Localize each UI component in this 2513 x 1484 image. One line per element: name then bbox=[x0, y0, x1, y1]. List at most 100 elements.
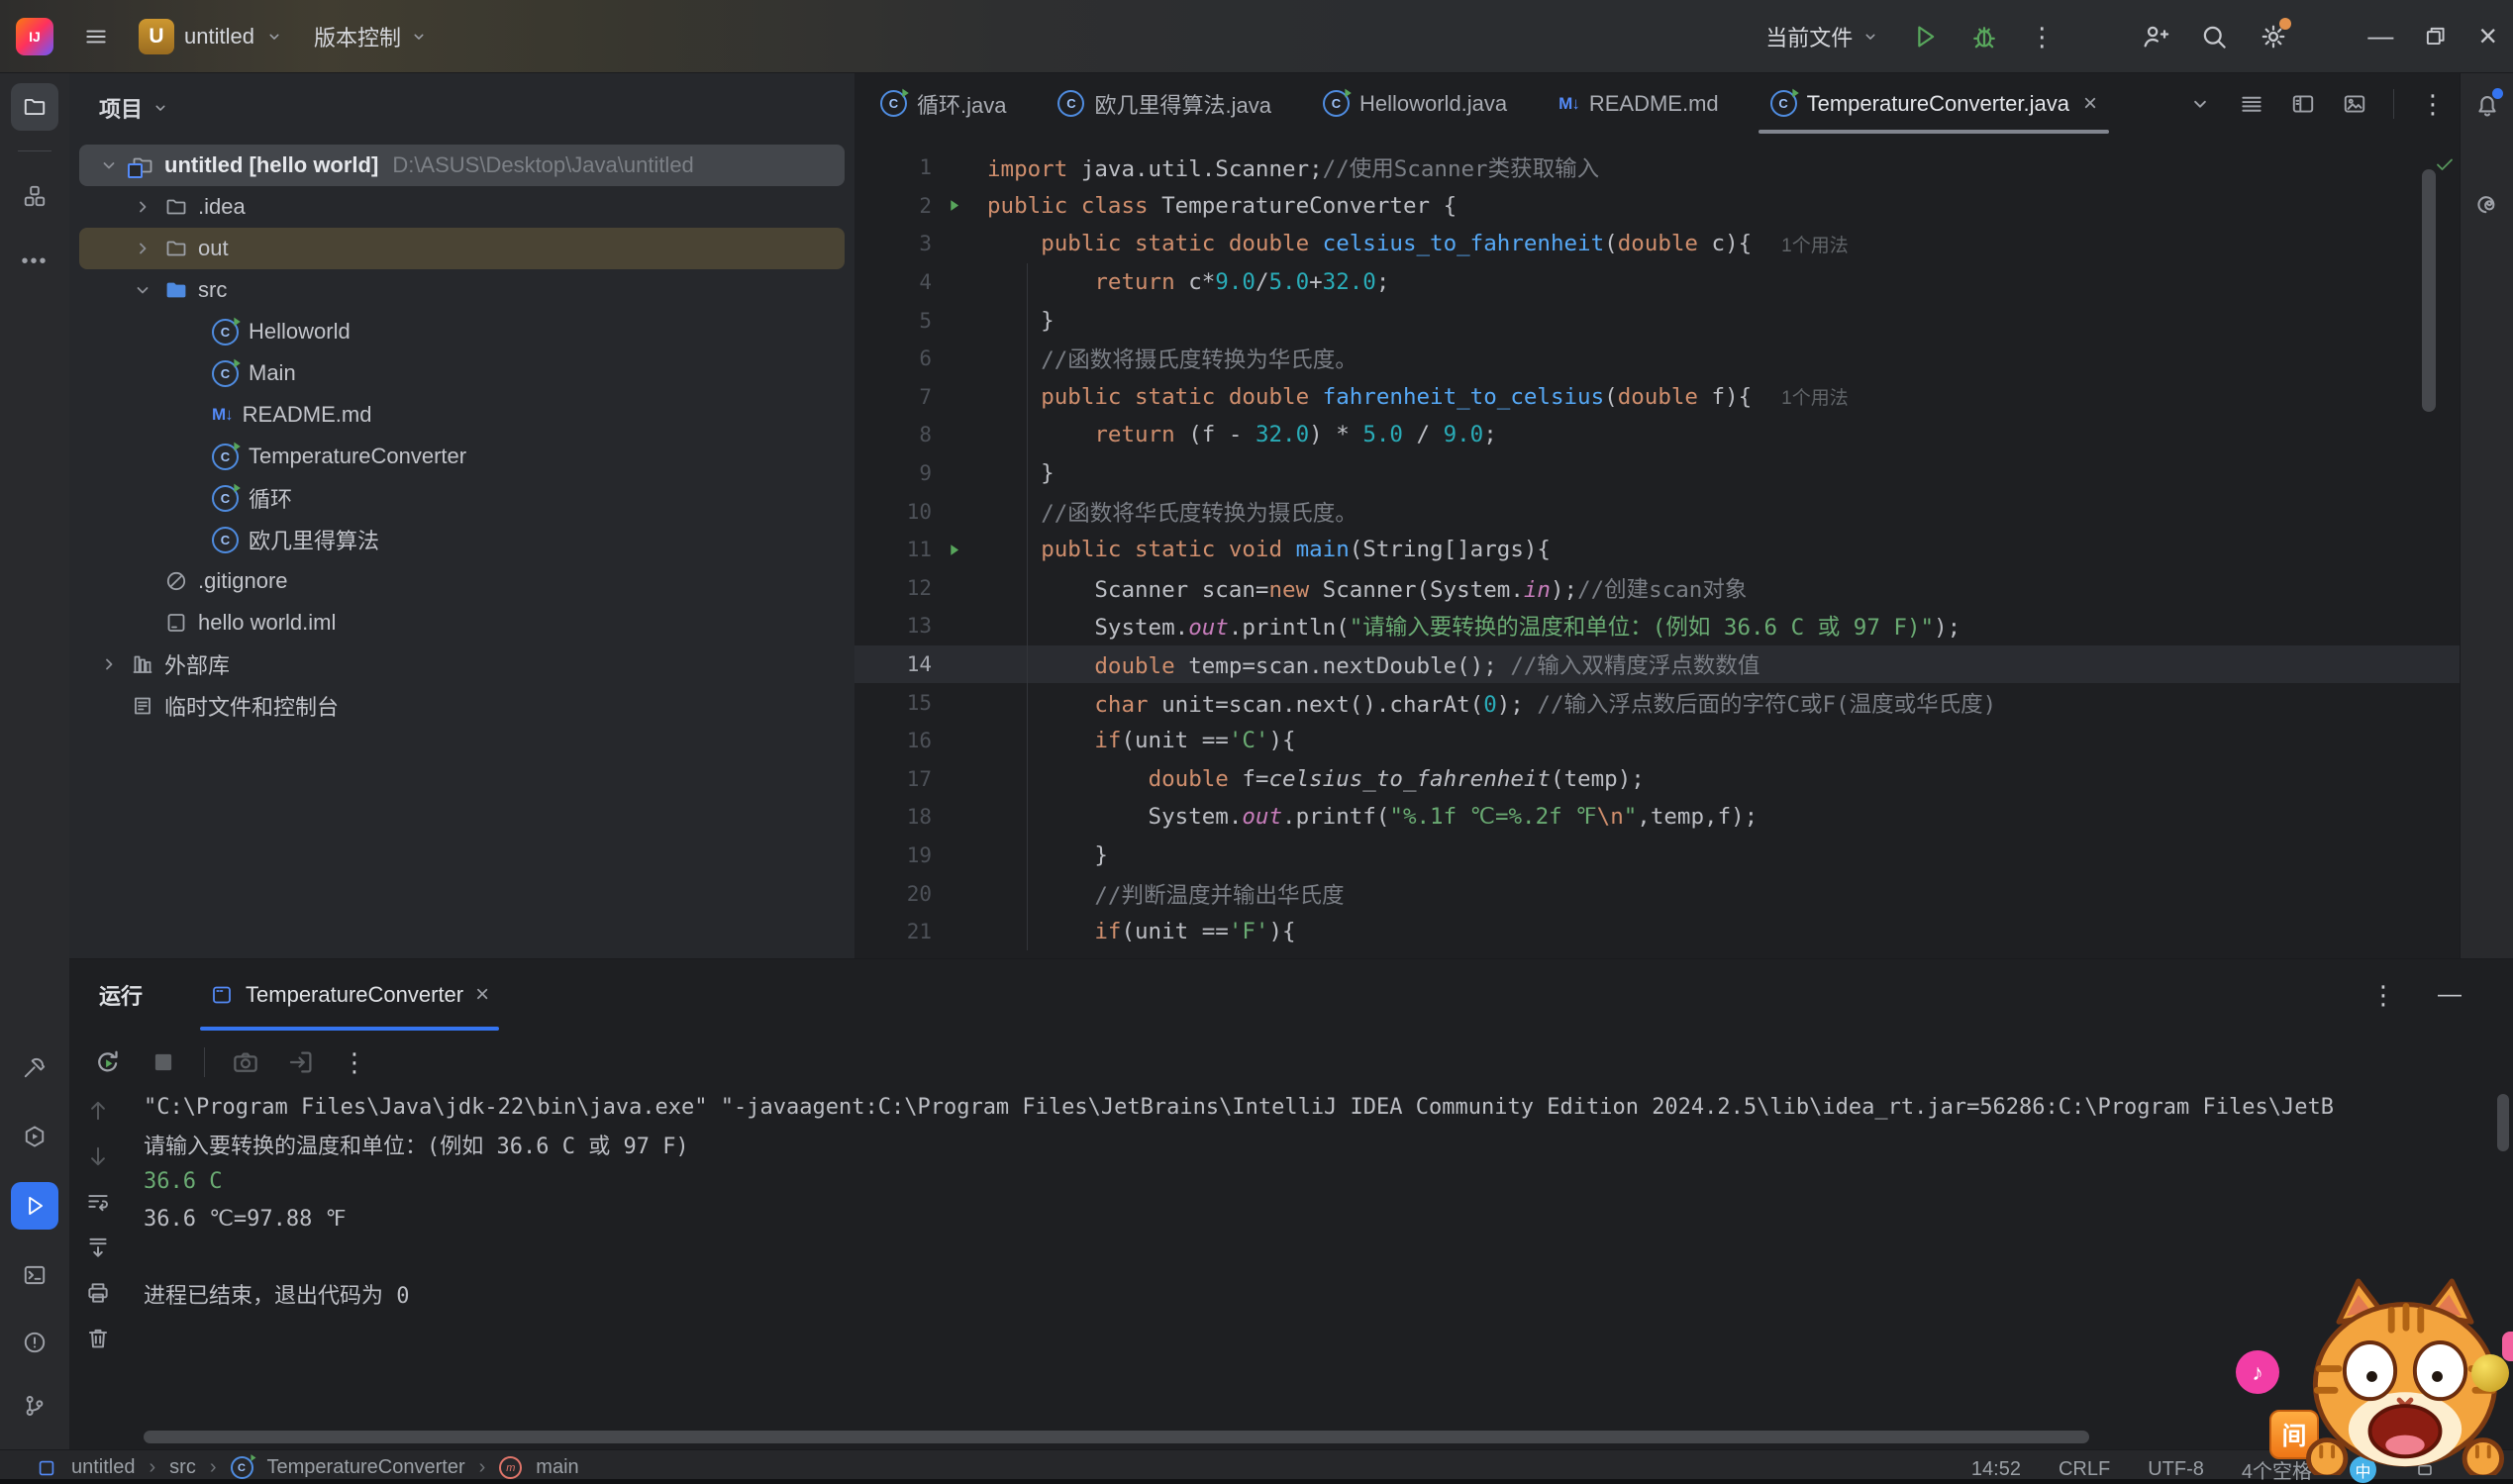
structure-tool-button[interactable] bbox=[11, 172, 58, 220]
code-line-3[interactable]: 3 public static double celsius_to_fahren… bbox=[854, 225, 2460, 263]
restore-button[interactable] bbox=[2423, 24, 2449, 49]
code-line-6[interactable]: 6 //函数将摄氏度转换为华氏度。 bbox=[854, 340, 2460, 378]
tree-item-循环[interactable]: C循环 bbox=[79, 477, 845, 519]
tree-item-临时文件和控制台[interactable]: 临时文件和控制台 bbox=[79, 685, 845, 727]
code-line-7[interactable]: 7 public static double fahrenheit_to_cel… bbox=[854, 378, 2460, 417]
chevron-right-icon[interactable] bbox=[97, 652, 121, 676]
options-kebab-icon[interactable]: ⋮ bbox=[2370, 982, 2396, 1008]
chevron-right-icon[interactable] bbox=[131, 195, 154, 219]
split-editor-icon[interactable] bbox=[2290, 91, 2316, 117]
prev-occurrence-icon[interactable] bbox=[85, 1098, 111, 1124]
breadcrumb-item[interactable]: src bbox=[169, 1456, 196, 1479]
editor-tab-README.md[interactable]: M↓README.md bbox=[1533, 73, 1744, 134]
list-view-icon[interactable] bbox=[2239, 91, 2264, 117]
code-line-18[interactable]: 18 System.out.printf("%.1f ℃=%.2f ℉\n",t… bbox=[854, 798, 2460, 837]
code-line-9[interactable]: 9 } bbox=[854, 454, 2460, 493]
run-configuration-selector[interactable]: 当前文件 bbox=[1765, 21, 1880, 52]
soft-wrap-icon[interactable] bbox=[85, 1189, 111, 1215]
editor-scrollbar[interactable] bbox=[2422, 169, 2436, 412]
run-console-tab[interactable]: TemperatureConverter × bbox=[200, 959, 499, 1031]
plugin-swirl-icon[interactable] bbox=[2471, 186, 2503, 218]
hide-panel-icon[interactable]: — bbox=[2438, 981, 2462, 1009]
editor-tab-Helloworld.java[interactable]: CHelloworld.java bbox=[1297, 73, 1533, 134]
rerun-icon[interactable] bbox=[93, 1047, 123, 1077]
close-tab-icon[interactable]: × bbox=[2083, 90, 2097, 118]
tree-item-hello-world.iml[interactable]: hello world.iml bbox=[79, 602, 845, 643]
code-line-8[interactable]: 8 return (f - 32.0) * 5.0 / 9.0; bbox=[854, 416, 2460, 454]
code-line-20[interactable]: 20 //判断温度并输出华氏度 bbox=[854, 874, 2460, 913]
main-menu-icon[interactable] bbox=[83, 24, 109, 49]
usages-inlay-hint[interactable]: 1个用法 bbox=[1781, 383, 1849, 410]
tree-item-TemperatureConverter[interactable]: CTemperatureConverter bbox=[79, 436, 845, 477]
tree-item-README.md[interactable]: M↓README.md bbox=[79, 394, 845, 436]
tree-item-.idea[interactable]: .idea bbox=[79, 186, 845, 228]
code-line-16[interactable]: 16 if(unit =='C'){ bbox=[854, 722, 2460, 760]
close-button[interactable]: × bbox=[2478, 18, 2497, 54]
chevron-down-icon[interactable] bbox=[97, 153, 121, 177]
tree-item-欧几里得算法[interactable]: C欧几里得算法 bbox=[79, 519, 845, 560]
code-line-4[interactable]: 4 return c*9.0/5.0+32.0; bbox=[854, 263, 2460, 302]
code-line-14[interactable]: 14 double temp=scan.nextDouble(); //输入双精… bbox=[854, 645, 2460, 684]
attach-to-process-icon[interactable] bbox=[286, 1047, 316, 1077]
code-line-11[interactable]: 11 public static void main(String[]args)… bbox=[854, 531, 2460, 569]
services-tool-button[interactable] bbox=[11, 1113, 58, 1160]
thread-dump-camera-icon[interactable] bbox=[231, 1047, 260, 1077]
build-tool-button[interactable] bbox=[11, 1043, 58, 1091]
tree-item-untitled-hello-world-[interactable]: untitled [hello world]D:\ASUS\Desktop\Ja… bbox=[79, 145, 845, 186]
code-line-1[interactable]: 1import java.util.Scanner;//使用Scanner类获取… bbox=[854, 148, 2460, 187]
close-icon[interactable]: × bbox=[475, 981, 489, 1009]
code-with-me-icon[interactable] bbox=[2140, 22, 2169, 51]
tree-item-out[interactable]: out bbox=[79, 228, 845, 269]
print-icon[interactable] bbox=[85, 1280, 111, 1306]
chevron-right-icon[interactable] bbox=[131, 237, 154, 260]
more-tools-button[interactable]: ••• bbox=[11, 238, 58, 285]
tree-item-.gitignore[interactable]: .gitignore bbox=[79, 560, 845, 602]
code-line-12[interactable]: 12 Scanner scan=new Scanner(System.in);/… bbox=[854, 569, 2460, 608]
project-panel-header[interactable]: 项目 bbox=[99, 87, 170, 129]
version-control-tool-button[interactable] bbox=[11, 1382, 58, 1430]
run-line-icon[interactable] bbox=[946, 197, 987, 214]
debug-button[interactable] bbox=[1969, 22, 1999, 51]
desktop-sticker-music[interactable]: ♪ bbox=[2236, 1350, 2279, 1394]
code-editor[interactable]: 1import java.util.Scanner;//使用Scanner类获取… bbox=[854, 134, 2460, 958]
preview-icon[interactable] bbox=[2342, 91, 2367, 117]
run-button[interactable] bbox=[1910, 22, 1940, 51]
inspections-ok-icon[interactable] bbox=[2433, 152, 2457, 176]
code-line-15[interactable]: 15 char unit=scan.next().charAt(0); //输入… bbox=[854, 683, 2460, 722]
code-line-5[interactable]: 5 } bbox=[854, 301, 2460, 340]
code-line-19[interactable]: 19 } bbox=[854, 837, 2460, 875]
run-tool-button[interactable] bbox=[11, 1182, 58, 1230]
usages-inlay-hint[interactable]: 1个用法 bbox=[1781, 231, 1849, 257]
code-line-21[interactable]: 21 if(unit =='F'){ bbox=[854, 913, 2460, 951]
console-output[interactable]: "C:\Program Files\Java\jdk-22\bin\java.e… bbox=[144, 1089, 2483, 1313]
console-horizontal-scrollbar[interactable] bbox=[144, 1431, 2089, 1443]
vcs-widget[interactable]: 版本控制 bbox=[314, 21, 429, 52]
code-line-10[interactable]: 10 //函数将华氏度转换为摄氏度。 bbox=[854, 492, 2460, 531]
project-tool-button[interactable] bbox=[11, 83, 58, 131]
minimize-button[interactable]: — bbox=[2367, 21, 2393, 51]
tab-options-kebab-icon[interactable]: ⋮ bbox=[2420, 91, 2446, 117]
breadcrumb-item[interactable]: TemperatureConverter bbox=[267, 1456, 465, 1479]
tree-item-外部库[interactable]: 外部库 bbox=[79, 643, 845, 685]
breadcrumb-item[interactable]: untitled bbox=[71, 1456, 136, 1479]
hidden-tabs-chevron-icon[interactable] bbox=[2187, 91, 2213, 117]
problems-tool-button[interactable] bbox=[11, 1319, 58, 1366]
chevron-down-icon[interactable] bbox=[131, 278, 154, 302]
notifications-bell-icon[interactable] bbox=[2471, 89, 2503, 121]
project-widget[interactable]: U untitled bbox=[139, 19, 284, 54]
tree-item-Helloworld[interactable]: CHelloworld bbox=[79, 311, 845, 352]
scroll-to-end-icon[interactable] bbox=[85, 1235, 111, 1260]
clear-console-icon[interactable] bbox=[85, 1326, 111, 1351]
console-vertical-scrollbar[interactable] bbox=[2497, 1094, 2509, 1151]
code-line-13[interactable]: 13 System.out.println("请输入要转换的温度和单位：(例如 … bbox=[854, 607, 2460, 645]
code-line-17[interactable]: 17 double f=celsius_to_fahrenheit(temp); bbox=[854, 760, 2460, 799]
search-everywhere-icon[interactable] bbox=[2199, 22, 2229, 51]
next-occurrence-icon[interactable] bbox=[85, 1143, 111, 1169]
editor-tab-TemperatureConverter.java[interactable]: CTemperatureConverter.java× bbox=[1745, 73, 2123, 134]
tree-item-Main[interactable]: CMain bbox=[79, 352, 845, 394]
more-kebab-icon[interactable]: ⋮ bbox=[342, 1049, 367, 1075]
run-line-icon[interactable] bbox=[946, 542, 987, 558]
breadcrumb-item[interactable]: main bbox=[536, 1456, 578, 1479]
terminal-tool-button[interactable] bbox=[11, 1251, 58, 1299]
tree-item-src[interactable]: src bbox=[79, 269, 845, 311]
